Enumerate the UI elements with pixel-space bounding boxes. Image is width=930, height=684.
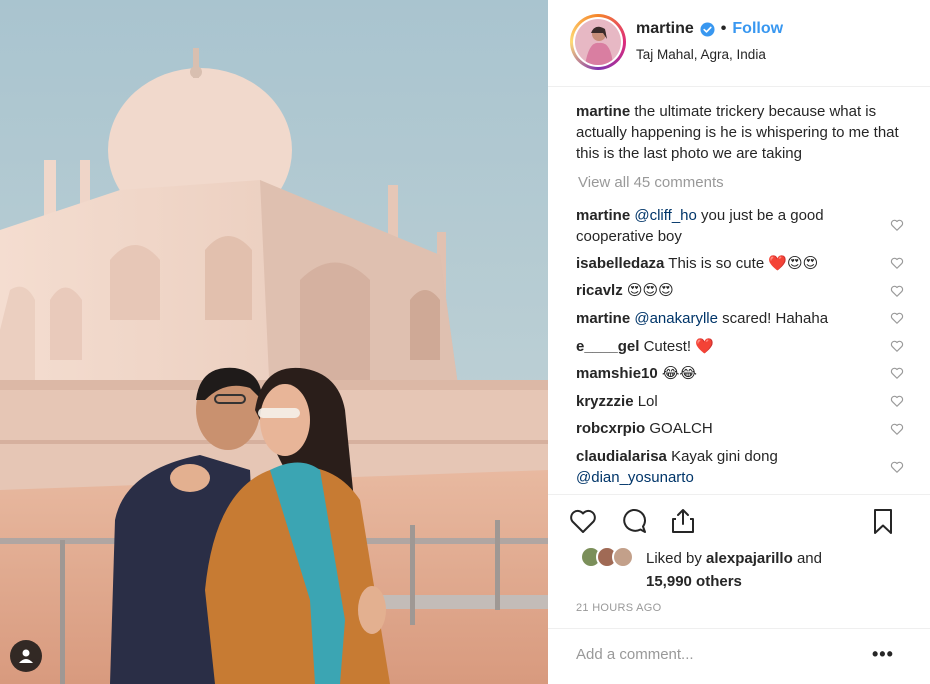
comment-username[interactable]: martine bbox=[576, 310, 630, 327]
view-all-comments-link[interactable]: View all 45 comments bbox=[578, 174, 724, 191]
share-icon[interactable] bbox=[668, 506, 698, 536]
post-actions bbox=[548, 506, 930, 540]
comment-username[interactable]: kryzzzie bbox=[576, 393, 634, 410]
post-image bbox=[0, 0, 548, 684]
comment-like-heart-icon[interactable] bbox=[890, 256, 904, 270]
likes-summary: Liked by alexpajarillo and 15,990 others bbox=[646, 547, 906, 593]
comment-item: kryzzzie Lol bbox=[576, 391, 886, 412]
liker-avatar[interactable] bbox=[612, 546, 634, 568]
comment-like-heart-icon[interactable] bbox=[890, 460, 904, 474]
comment-mention[interactable]: @dian_yosunarto bbox=[576, 469, 694, 486]
post-caption: martine the ultimate trickery because wh… bbox=[576, 101, 916, 164]
liker-avatars bbox=[580, 546, 634, 568]
comment-like-heart-icon[interactable] bbox=[890, 394, 904, 408]
comment-item: martine @cliff_ho you just be a good coo… bbox=[576, 205, 886, 247]
comment-like-heart-icon[interactable] bbox=[890, 284, 904, 298]
comment-username[interactable]: claudialarisa bbox=[576, 448, 667, 465]
comment-text: This is so cute ❤️😍😍 bbox=[668, 255, 819, 272]
comment-text: GOALCH bbox=[649, 420, 713, 437]
follow-button[interactable]: Follow bbox=[732, 20, 783, 38]
avatar-image bbox=[575, 19, 621, 65]
post-photo[interactable] bbox=[0, 0, 548, 684]
liked-by-others[interactable]: 15,990 others bbox=[646, 573, 742, 590]
comment-text: Lol bbox=[637, 393, 658, 410]
separator-dot: • bbox=[720, 20, 727, 37]
user-tag-icon bbox=[19, 649, 33, 663]
more-options-button[interactable]: ••• bbox=[872, 644, 894, 665]
liked-by-prefix: Liked by bbox=[646, 550, 702, 567]
comment-like-heart-icon[interactable] bbox=[890, 339, 904, 353]
comment-username[interactable]: e____gel bbox=[576, 338, 639, 355]
post-timestamp[interactable]: 21 HOURS AGO bbox=[576, 602, 662, 614]
comment-username[interactable]: martine bbox=[576, 207, 630, 224]
verified-badge-icon bbox=[700, 21, 715, 37]
liked-by-and: and bbox=[796, 550, 822, 567]
comment-username[interactable]: mamshie10 bbox=[576, 365, 658, 382]
comment-text: 😍😍😍 bbox=[626, 282, 674, 299]
comment-username[interactable]: ricavlz bbox=[576, 282, 623, 299]
comment-text: scared! Hahaha bbox=[717, 310, 829, 327]
comment-mention[interactable]: @cliff_ho bbox=[634, 207, 696, 224]
post-side-panel: martine • Follow Taj Mahal, Agra, India … bbox=[548, 0, 930, 684]
comment-item: ricavlz 😍😍😍 bbox=[576, 280, 886, 301]
caption-username[interactable]: martine bbox=[576, 103, 630, 120]
comment-username[interactable]: isabelledaza bbox=[576, 255, 664, 272]
comment-like-heart-icon[interactable] bbox=[890, 366, 904, 380]
add-comment-input[interactable] bbox=[576, 646, 856, 663]
comments-divider bbox=[548, 494, 930, 495]
heart-icon[interactable] bbox=[568, 506, 598, 536]
username-link[interactable]: martine bbox=[636, 20, 694, 38]
comment-text: 😂😂 bbox=[661, 365, 697, 382]
comment-username[interactable]: robcxrpio bbox=[576, 420, 645, 437]
liked-by-user[interactable]: alexpajarillo bbox=[706, 550, 793, 567]
comment-bubble-icon[interactable] bbox=[618, 506, 648, 536]
comment-text: Cutest! ❤️ bbox=[643, 338, 714, 355]
comment-item: martine @anakarylle scared! Hahaha bbox=[576, 308, 886, 329]
comment-like-heart-icon[interactable] bbox=[890, 311, 904, 325]
comment-like-heart-icon[interactable] bbox=[890, 422, 904, 436]
user-tag-button[interactable] bbox=[10, 640, 42, 672]
comment-mention[interactable]: @anakarylle bbox=[634, 310, 718, 327]
comment-text: Kayak gini dong bbox=[671, 448, 778, 465]
comment-like-heart-icon[interactable] bbox=[890, 218, 904, 232]
location-link[interactable]: Taj Mahal, Agra, India bbox=[636, 47, 766, 62]
comment-item: mamshie10 😂😂 bbox=[576, 363, 886, 384]
avatar[interactable] bbox=[570, 14, 626, 70]
comment-item: e____gel Cutest! ❤️ bbox=[576, 336, 886, 357]
post-header: martine • Follow Taj Mahal, Agra, India bbox=[548, 0, 930, 86]
comment-item: robcxrpio GOALCH bbox=[576, 418, 886, 439]
header-divider bbox=[548, 86, 930, 87]
bookmark-icon[interactable] bbox=[868, 506, 898, 536]
comment-item: isabelledaza This is so cute ❤️😍😍 bbox=[576, 253, 886, 274]
comment-item: claudialarisa Kayak gini dong @dian_yosu… bbox=[576, 446, 886, 488]
comment-form: ••• bbox=[548, 628, 930, 684]
